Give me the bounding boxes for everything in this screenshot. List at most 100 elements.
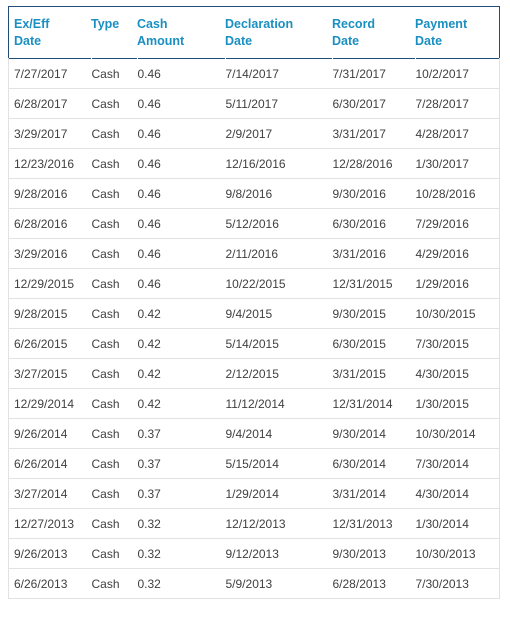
table-row: 9/26/2014 Cash 0.37 9/4/2014 9/30/2014 10/30/… [8, 418, 500, 449]
cell-payment-date: 4/28/2017 [415, 118, 500, 149]
table-row: 12/29/2014 Cash 0.42 11/12/2014 12/31/2014 1/… [8, 388, 500, 419]
cell-declaration-date: 5/15/2014 [225, 448, 332, 479]
table-row: 12/27/2013 Cash 0.32 12/12/2013 12/31/2013 1/… [8, 508, 500, 539]
dividend-history-panel: Ex/Eff Date Type Cash Amount Declaration Date… [8, 6, 500, 599]
cell-payment-date: 1/30/2014 [415, 508, 500, 539]
cell-payment-date: 10/30/2013 [415, 538, 500, 569]
table-row: 9/28/2016 Cash 0.46 9/8/2016 9/30/2016 10/28/… [8, 178, 500, 209]
cell-declaration-date: 12/16/2016 [225, 148, 332, 179]
cell-cash-amount: 0.46 [137, 88, 225, 119]
cell-type: Cash [91, 238, 137, 269]
column-header-label-line2: Date [225, 33, 253, 48]
cell-record-date: 12/31/2013 [332, 508, 415, 539]
cell-cash-amount: 0.42 [137, 358, 225, 389]
cell-type: Cash [91, 358, 137, 389]
cell-ex-eff-date: 12/27/2013 [8, 508, 91, 539]
cell-type: Cash [91, 148, 137, 179]
table-row: 3/29/2017 Cash 0.46 2/9/2017 3/31/2017 4/28/2… [8, 118, 500, 149]
cell-ex-eff-date: 6/26/2013 [8, 568, 91, 599]
cell-cash-amount: 0.46 [137, 208, 225, 239]
table-row: 9/28/2015 Cash 0.42 9/4/2015 9/30/2015 10/30/… [8, 298, 500, 329]
column-header-ex-eff-date: Ex/Eff Date [8, 6, 91, 59]
cell-declaration-date: 1/29/2014 [225, 478, 332, 509]
cell-record-date: 12/28/2016 [332, 148, 415, 179]
cell-declaration-date: 5/12/2016 [225, 208, 332, 239]
table-row: 3/27/2015 Cash 0.42 2/12/2015 3/31/2015 4/30/… [8, 358, 500, 389]
table-header: Ex/Eff Date Type Cash Amount Declaration Date… [8, 6, 500, 59]
cell-record-date: 9/30/2014 [332, 418, 415, 449]
cell-payment-date: 7/30/2014 [415, 448, 500, 479]
cell-declaration-date: 2/12/2015 [225, 358, 332, 389]
cell-declaration-date: 2/9/2017 [225, 118, 332, 149]
cell-payment-date: 1/29/2016 [415, 268, 500, 299]
cell-payment-date: 10/2/2017 [415, 58, 500, 89]
table-row: 6/26/2013 Cash 0.32 5/9/2013 6/28/2013 7/30/2… [8, 568, 500, 599]
cell-cash-amount: 0.42 [137, 388, 225, 419]
cell-declaration-date: 9/4/2015 [225, 298, 332, 329]
cell-ex-eff-date: 3/27/2014 [8, 478, 91, 509]
cell-type: Cash [91, 88, 137, 119]
column-header-payment-date: Payment Date [415, 6, 500, 59]
cell-ex-eff-date: 12/29/2015 [8, 268, 91, 299]
column-header-label-line2: Date [415, 33, 443, 48]
cell-ex-eff-date: 9/28/2016 [8, 178, 91, 209]
cell-ex-eff-date: 9/26/2014 [8, 418, 91, 449]
cell-cash-amount: 0.46 [137, 148, 225, 179]
table-header-row: Ex/Eff Date Type Cash Amount Declaration Date… [8, 6, 500, 59]
cell-record-date: 9/30/2013 [332, 538, 415, 569]
cell-type: Cash [91, 418, 137, 449]
cell-record-date: 6/30/2014 [332, 448, 415, 479]
cell-declaration-date: 5/11/2017 [225, 88, 332, 119]
cell-cash-amount: 0.37 [137, 418, 225, 449]
cell-declaration-date: 11/12/2014 [225, 388, 332, 419]
cell-cash-amount: 0.37 [137, 478, 225, 509]
cell-type: Cash [91, 118, 137, 149]
cell-type: Cash [91, 268, 137, 299]
column-header-label-line1: Record [332, 17, 376, 31]
table-row: 3/27/2014 Cash 0.37 1/29/2014 3/31/2014 4/30/… [8, 478, 500, 509]
table-row: 3/29/2016 Cash 0.46 2/11/2016 3/31/2016 4/29/… [8, 238, 500, 269]
cell-payment-date: 7/30/2013 [415, 568, 500, 599]
column-header-label-line1: Declaration [225, 17, 294, 31]
cell-declaration-date: 12/12/2013 [225, 508, 332, 539]
column-header-declaration-date: Declaration Date [225, 6, 332, 59]
cell-ex-eff-date: 6/26/2014 [8, 448, 91, 479]
cell-declaration-date: 10/22/2015 [225, 268, 332, 299]
cell-cash-amount: 0.37 [137, 448, 225, 479]
cell-cash-amount: 0.42 [137, 298, 225, 329]
cell-ex-eff-date: 12/29/2014 [8, 388, 91, 419]
cell-record-date: 9/30/2016 [332, 178, 415, 209]
cell-cash-amount: 0.46 [137, 118, 225, 149]
cell-payment-date: 10/30/2015 [415, 298, 500, 329]
table-row: 6/26/2015 Cash 0.42 5/14/2015 6/30/2015 7/30/… [8, 328, 500, 359]
cell-record-date: 9/30/2015 [332, 298, 415, 329]
cell-type: Cash [91, 448, 137, 479]
cell-type: Cash [91, 298, 137, 329]
table-row: 9/26/2013 Cash 0.32 9/12/2013 9/30/2013 10/30… [8, 538, 500, 569]
cell-record-date: 6/30/2015 [332, 328, 415, 359]
column-header-label-line1: Type [91, 17, 120, 31]
cell-payment-date: 10/28/2016 [415, 178, 500, 209]
cell-cash-amount: 0.46 [137, 178, 225, 209]
cell-declaration-date: 5/9/2013 [225, 568, 332, 599]
column-header-label-line1: Cash [137, 17, 168, 31]
column-header-record-date: Record Date [332, 6, 415, 59]
cell-cash-amount: 0.46 [137, 238, 225, 269]
table-row: 6/26/2014 Cash 0.37 5/15/2014 6/30/2014 7/30/… [8, 448, 500, 479]
cell-payment-date: 7/30/2015 [415, 328, 500, 359]
cell-declaration-date: 7/14/2017 [225, 58, 332, 89]
cell-payment-date: 4/29/2016 [415, 238, 500, 269]
table-body: 7/27/2017 Cash 0.46 7/14/2017 7/31/2017 10/2/… [8, 58, 500, 599]
cell-record-date: 6/30/2016 [332, 208, 415, 239]
cell-payment-date: 1/30/2015 [415, 388, 500, 419]
cell-type: Cash [91, 538, 137, 569]
cell-type: Cash [91, 178, 137, 209]
cell-ex-eff-date: 6/28/2017 [8, 88, 91, 119]
cell-type: Cash [91, 328, 137, 359]
column-header-label-line2: Date [332, 33, 360, 48]
table-row: 6/28/2016 Cash 0.46 5/12/2016 6/30/2016 7/29/… [8, 208, 500, 239]
cell-type: Cash [91, 478, 137, 509]
cell-cash-amount: 0.46 [137, 268, 225, 299]
column-header-label-line2 [91, 33, 137, 50]
cell-record-date: 3/31/2016 [332, 238, 415, 269]
